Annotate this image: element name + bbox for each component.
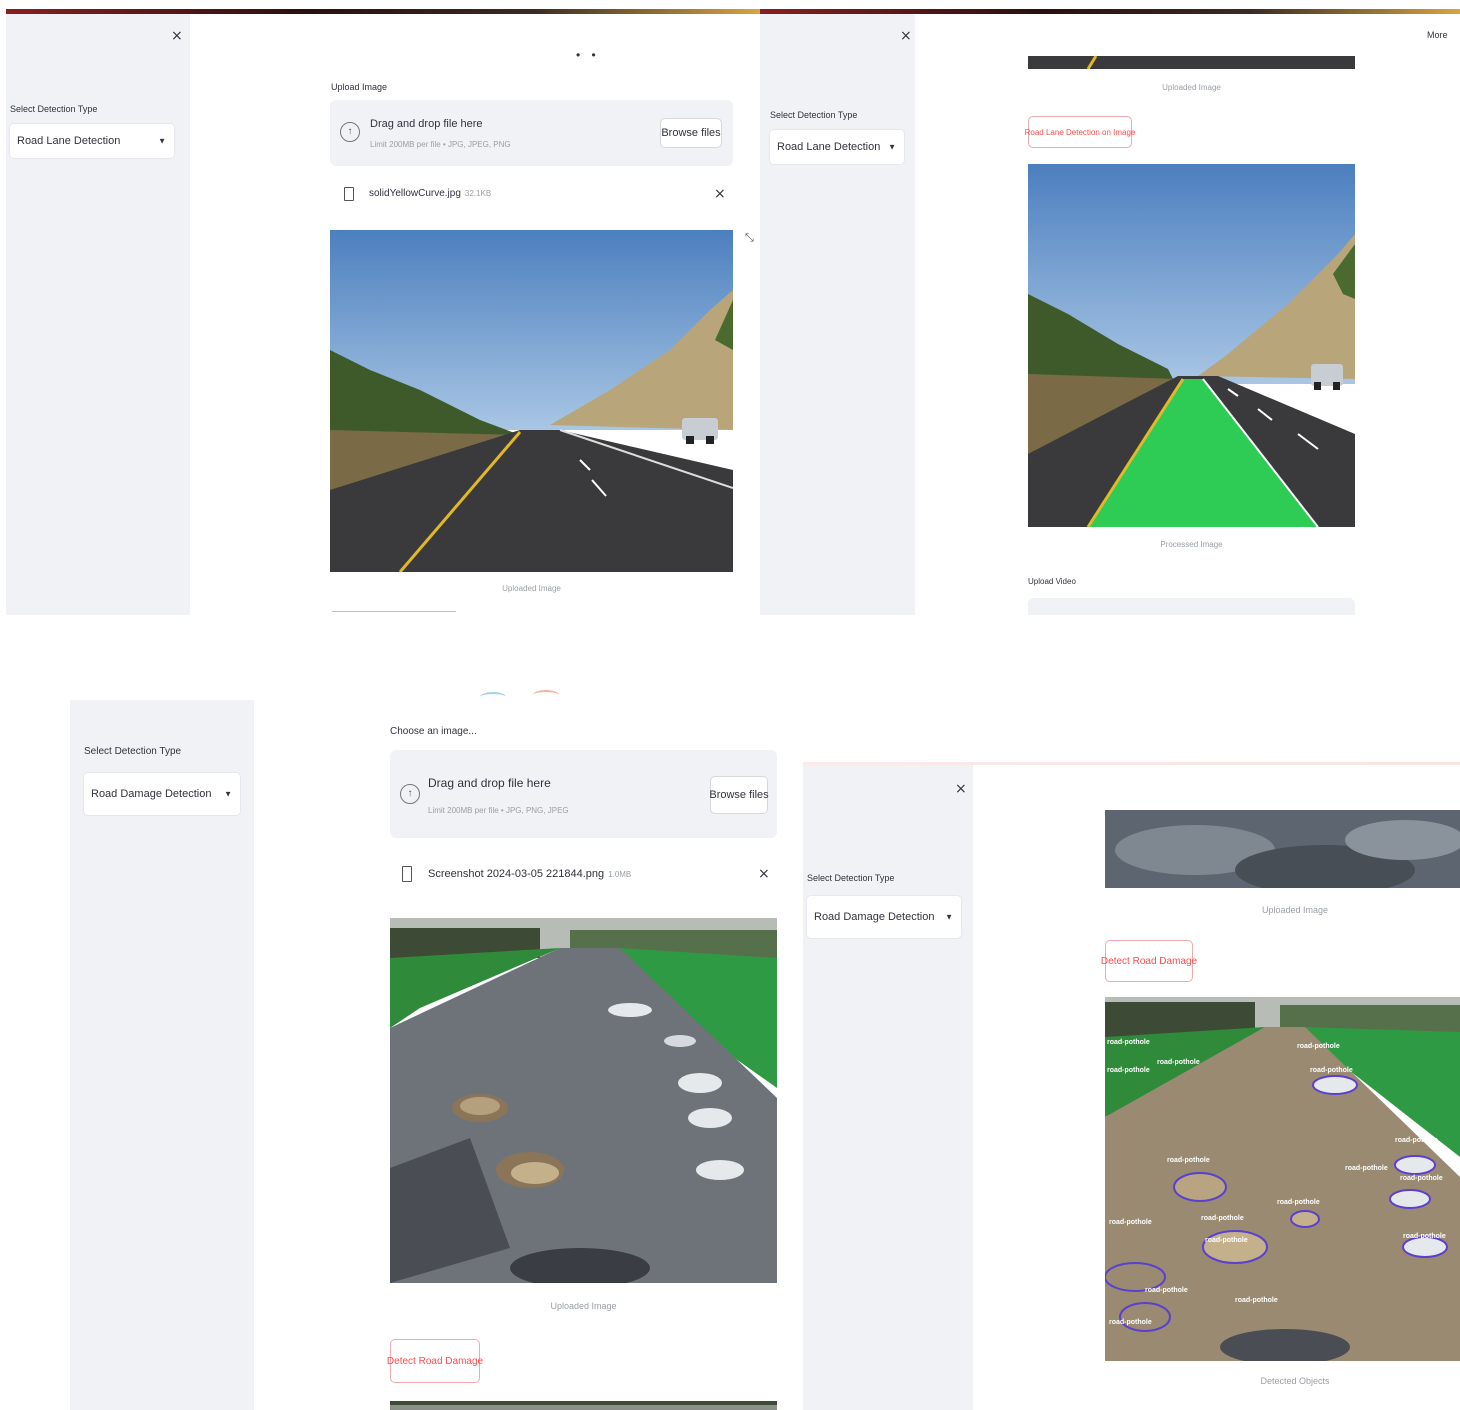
remove-file-icon[interactable]: × (758, 866, 770, 882)
browse-files-button[interactable]: Browse files (660, 118, 722, 148)
uploaded-image-caption: Uploaded Image (502, 584, 561, 593)
detection-type-label: Select Detection Type (84, 746, 182, 757)
loading-indicator (475, 688, 565, 702)
panel-damage-result: × Select Detection Type Road Damage Dete… (803, 762, 1460, 1410)
detect-button-partial[interactable] (332, 611, 456, 615)
detected-objects-caption: Detected Objects (1260, 1376, 1330, 1386)
uploaded-image-caption: Uploaded Image (550, 1301, 617, 1311)
chevron-down-icon: ▼ (158, 136, 166, 146)
detection-label: road-pothole (1395, 1137, 1438, 1144)
dropzone-title: Drag and drop file here (428, 776, 551, 790)
dropzone-limit: Limit 200MB per file • JPG, JPEG, PNG (370, 140, 511, 149)
detection-label: road-pothole (1109, 1219, 1152, 1226)
choose-image-label: Choose an image... (390, 726, 477, 737)
processed-road-image (1028, 164, 1355, 527)
uploaded-file-name: solidYellowCurve.jpg 32.1KB (369, 188, 492, 199)
upload-cloud-icon (340, 122, 360, 142)
detection-label: road-pothole (1107, 1039, 1150, 1046)
uploaded-image-caption: Uploaded Image (1261, 905, 1329, 915)
detection-label: road-pothole (1107, 1067, 1150, 1074)
detection-label: road-pothole (1167, 1157, 1210, 1164)
dropzone-limit: Limit 200MB per file • JPG, PNG, JPEG (428, 806, 569, 815)
detection-label: road-pothole (1157, 1059, 1200, 1066)
detection-label: road-pothole (1277, 1199, 1320, 1206)
uploaded-file-size: 32.1KB (464, 189, 492, 198)
uploaded-road-image (330, 230, 733, 572)
detection-type-value: Road Damage Detection (91, 788, 212, 800)
uploaded-image-strip (1028, 56, 1355, 69)
detection-label: road-pothole (1145, 1287, 1188, 1294)
detection-label: road-pothole (1310, 1067, 1353, 1074)
sidebar: Select Detection Type Road Damage Detect… (70, 700, 254, 1410)
file-dropzone[interactable]: Drag and drop file here Limit 200MB per … (390, 750, 777, 838)
detection-type-label: Select Detection Type (770, 110, 858, 120)
file-icon (402, 866, 412, 882)
file-icon (344, 187, 354, 201)
detection-type-value: Road Damage Detection (814, 911, 935, 923)
detection-label: road-pothole (1403, 1233, 1446, 1240)
chevron-down-icon: ▼ (224, 789, 232, 799)
detection-type-select[interactable]: Road Damage Detection ▼ (84, 773, 240, 815)
expand-image-icon[interactable]: ⤡ (745, 232, 754, 245)
main-menu[interactable]: More (1427, 30, 1448, 40)
sidebar: × Select Detection Type Road Damage Dete… (803, 765, 973, 1410)
result-image-partial (390, 1401, 777, 1410)
detection-type-value: Road Lane Detection (777, 141, 881, 153)
chevron-down-icon: ▼ (888, 142, 896, 152)
detect-road-damage-button[interactable]: Detect Road Damage (387, 1339, 483, 1383)
file-dropzone[interactable]: Drag and drop file here Limit 200MB per … (330, 100, 733, 166)
uploaded-file-name: Screenshot 2024-03-05 221844.png 1.0MB (428, 868, 632, 880)
detection-label: road-pothole (1201, 1215, 1244, 1222)
sidebar: × Select Detection Type Road Lane Detect… (760, 14, 915, 615)
detected-objects-image: road-pothole road-pothole road-pothole r… (1105, 997, 1460, 1361)
dropzone-title: Drag and drop file here (370, 118, 483, 130)
upload-cloud-icon (400, 784, 420, 804)
detection-type-select[interactable]: Road Lane Detection ▼ (10, 124, 174, 158)
browse-files-button[interactable]: Browse files (709, 776, 769, 814)
uploaded-image-caption: Uploaded Image (1162, 83, 1221, 92)
lane-detection-button[interactable]: Road Lane Detection on Image (1025, 116, 1135, 148)
panel-lane-result: × Select Detection Type Road Lane Detect… (760, 0, 1460, 615)
remove-file-icon[interactable]: × (714, 186, 726, 202)
panel-damage-upload: Select Detection Type Road Damage Detect… (70, 688, 800, 1410)
detection-type-select[interactable]: Road Lane Detection ▼ (770, 130, 904, 164)
detection-label: road-pothole (1205, 1237, 1248, 1244)
detection-type-label: Select Detection Type (10, 104, 98, 114)
upload-image-label: Upload Image (331, 82, 388, 92)
uploaded-image-strip (1105, 810, 1460, 888)
panel-lane-upload: × Select Detection Type Road Lane Detect… (6, 0, 760, 615)
uploaded-file-size: 1.0MB (608, 870, 632, 879)
detection-label: road-pothole (1235, 1297, 1278, 1304)
close-sidebar-icon[interactable]: × (955, 781, 967, 797)
detection-type-value: Road Lane Detection (17, 135, 121, 147)
chevron-down-icon: ▼ (945, 912, 953, 922)
detection-label: road-pothole (1345, 1165, 1388, 1172)
detection-label: road-pothole (1400, 1175, 1443, 1182)
detection-type-select[interactable]: Road Damage Detection ▼ (807, 896, 961, 938)
upload-videos-label: Upload Video (1028, 577, 1076, 586)
detect-road-damage-button[interactable]: Detect Road Damage (1101, 940, 1197, 982)
video-dropzone-partial[interactable] (1028, 598, 1355, 615)
running-status: • • (576, 48, 600, 62)
detection-label: road-pothole (1109, 1319, 1152, 1326)
processed-image-caption: Processed Image (1160, 540, 1223, 549)
detection-label: road-pothole (1297, 1043, 1340, 1050)
close-sidebar-icon[interactable]: × (171, 28, 183, 44)
close-sidebar-icon[interactable]: × (900, 28, 912, 44)
detection-type-label: Select Detection Type (807, 873, 895, 883)
uploaded-pothole-image (390, 918, 777, 1283)
sidebar: × Select Detection Type Road Lane Detect… (6, 14, 190, 615)
